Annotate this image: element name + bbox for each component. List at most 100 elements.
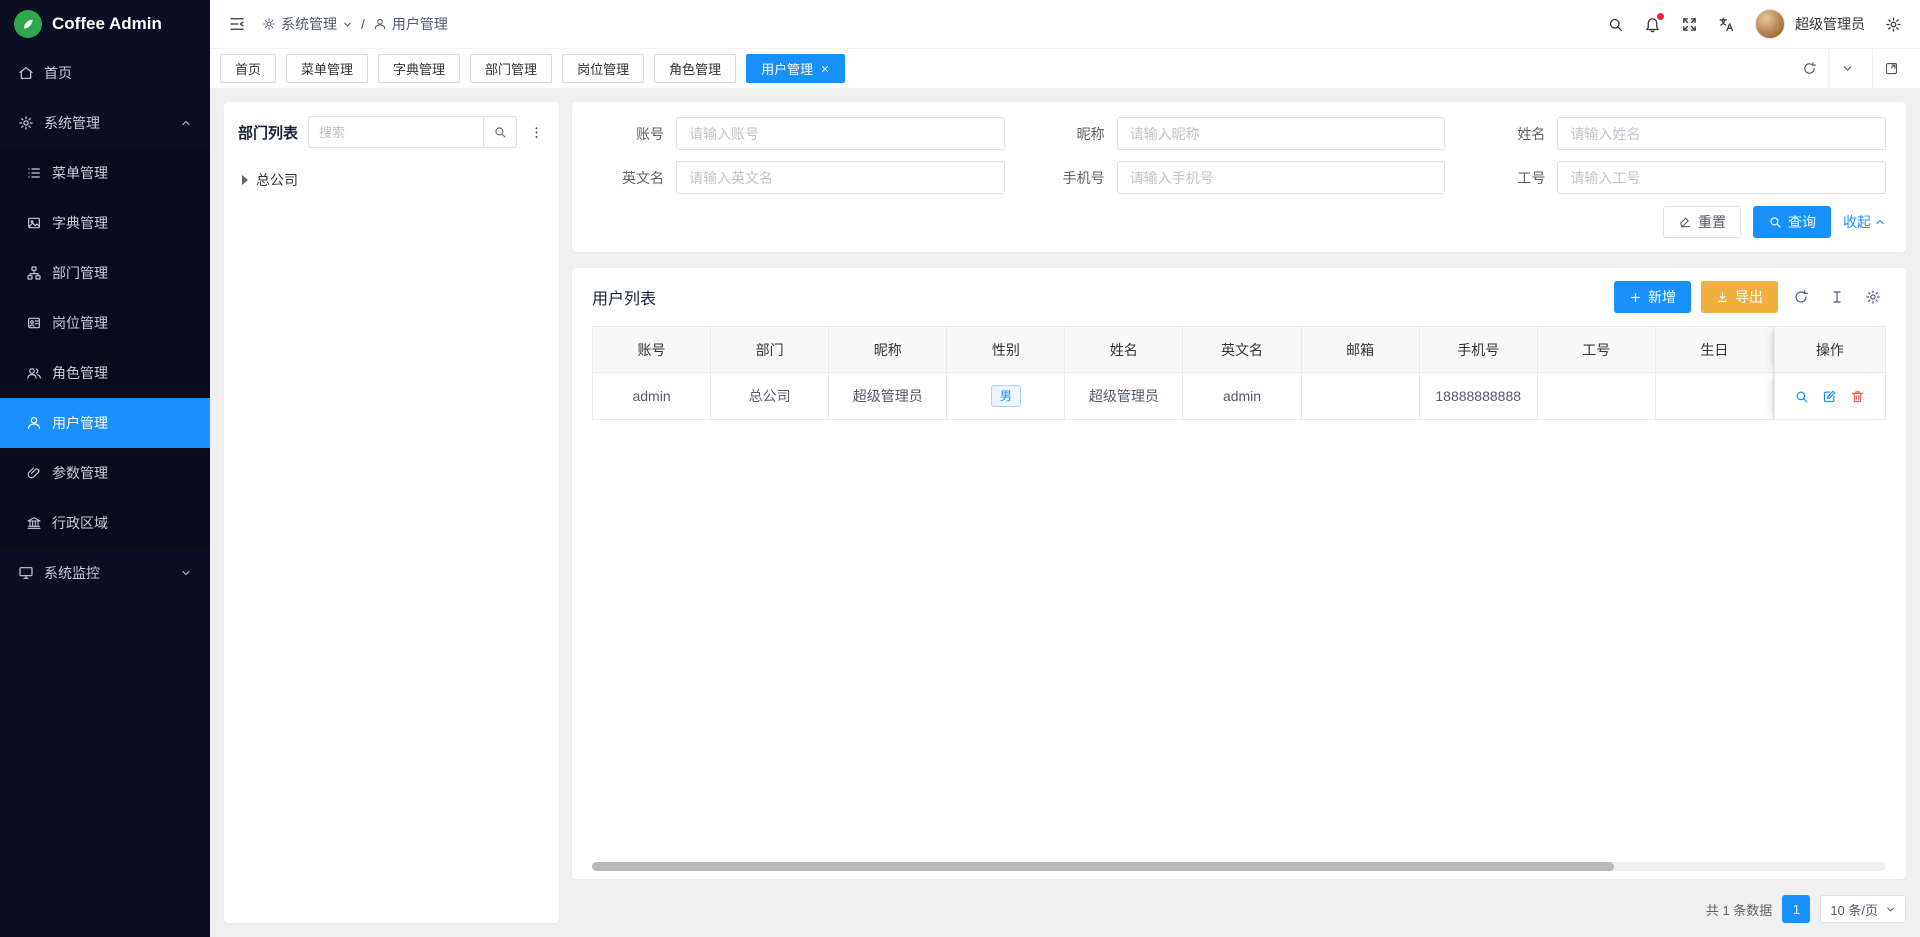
kebab-menu-icon[interactable]	[527, 125, 545, 140]
breadcrumb-item-system[interactable]: 系统管理	[262, 14, 353, 34]
monitor-icon	[18, 565, 34, 581]
sidebar-item-post-management[interactable]: 岗位管理	[0, 298, 210, 348]
delete-user-icon[interactable]	[1850, 389, 1865, 404]
tab-dict-management[interactable]: 字典管理	[378, 54, 460, 83]
sidebar-item-role-management[interactable]: 角色管理	[0, 348, 210, 398]
page-content: 部门列表 总公司	[210, 88, 1920, 937]
sidebar-item-dept-management[interactable]: 部门管理	[0, 248, 210, 298]
sidebar-item-label: 菜单管理	[52, 163, 108, 183]
tab-menu-management[interactable]: 菜单管理	[286, 54, 368, 83]
sidebar-item-label: 角色管理	[52, 363, 108, 383]
page-size-value: 10 条/页	[1830, 900, 1878, 919]
collapse-filters-link[interactable]: 收起	[1843, 212, 1886, 232]
account-input[interactable]	[676, 117, 1005, 150]
user-list-card: 用户列表 新增 导出	[572, 268, 1906, 879]
refresh-icon[interactable]	[1790, 49, 1828, 88]
chevron-down-icon	[1885, 904, 1896, 915]
column-height-icon[interactable]	[1824, 284, 1850, 310]
tab-role-management[interactable]: 角色管理	[654, 54, 736, 83]
cell-english-name: admin	[1183, 373, 1301, 420]
sidebar-item-system-management[interactable]: 系统管理	[0, 98, 210, 148]
search-form-card: 账号 昵称 姓名 英文名	[572, 102, 1906, 252]
sidebar-item-user-management[interactable]: 用户管理	[0, 398, 210, 448]
edit-user-icon[interactable]	[1822, 389, 1837, 404]
name-field: 姓名	[1473, 117, 1886, 150]
table-settings-gear-icon[interactable]	[1860, 284, 1886, 310]
gender-tag: 男	[991, 385, 1021, 407]
department-panel: 部门列表 总公司	[224, 102, 559, 923]
nickname-label: 昵称	[1033, 124, 1105, 144]
current-user-name[interactable]: 超级管理员	[1795, 14, 1865, 34]
query-button[interactable]: 查询	[1753, 206, 1831, 238]
phone-label: 手机号	[1033, 168, 1105, 188]
app-title: Coffee Admin	[52, 14, 162, 34]
cell-name: 超级管理员	[1065, 373, 1183, 420]
bell-icon[interactable]	[1644, 16, 1661, 33]
nickname-input[interactable]	[1117, 117, 1446, 150]
sidebar-item-dict-management[interactable]: 字典管理	[0, 198, 210, 248]
sidebar-collapse-icon[interactable]	[228, 15, 246, 33]
gear-icon	[262, 17, 276, 31]
chevron-down-icon[interactable]	[1828, 49, 1866, 88]
tab-post-management[interactable]: 岗位管理	[562, 54, 644, 83]
table-empty-area	[592, 420, 1886, 856]
region-bank-icon	[26, 515, 42, 531]
pagination-page-1[interactable]: 1	[1782, 895, 1810, 923]
department-search-icon[interactable]	[483, 116, 517, 148]
sidebar-item-system-monitor[interactable]: 系统监控	[0, 548, 210, 598]
layout-icon[interactable]	[1872, 49, 1910, 88]
user-table: 账号 部门 昵称 性别 姓名 英文名 邮箱 手机号 工号 生日 操作	[592, 326, 1886, 420]
reset-button[interactable]: 重置	[1663, 206, 1741, 238]
column-header: 手机号	[1420, 326, 1538, 373]
horizontal-scrollbar[interactable]	[592, 862, 1886, 871]
app-logo: Coffee Admin	[0, 0, 210, 48]
breadcrumb-item-user[interactable]: 用户管理	[373, 14, 448, 34]
refresh-icon[interactable]	[1788, 284, 1814, 310]
tree-node-label: 总公司	[256, 170, 298, 190]
sidebar-item-region-management[interactable]: 行政区域	[0, 498, 210, 548]
search-form-grid: 账号 昵称 姓名 英文名	[592, 117, 1886, 194]
translate-icon[interactable]	[1718, 16, 1735, 33]
sidebar-item-label: 首页	[44, 63, 72, 83]
search-icon[interactable]	[1607, 16, 1624, 33]
tree-node-root[interactable]: 总公司	[238, 164, 545, 196]
tab-user-management[interactable]: 用户管理	[746, 54, 845, 83]
tab-close-icon[interactable]	[820, 64, 830, 74]
pagination-total: 共 1 条数据	[1706, 900, 1772, 919]
table-row: admin 总公司 超级管理员 男 超级管理员 admin 1888888888…	[592, 373, 1886, 420]
search-form-actions: 重置 查询 收起	[592, 206, 1886, 238]
tab-home[interactable]: 首页	[220, 54, 276, 83]
scrollbar-thumb[interactable]	[592, 862, 1614, 871]
department-search-input[interactable]	[308, 116, 483, 148]
user-list-title: 用户列表	[592, 285, 656, 309]
page-size-select[interactable]: 10 条/页	[1820, 895, 1906, 923]
export-button[interactable]: 导出	[1701, 281, 1778, 313]
english-name-input[interactable]	[676, 161, 1005, 194]
job-number-input[interactable]	[1557, 161, 1886, 194]
name-input[interactable]	[1557, 117, 1886, 150]
name-label: 姓名	[1473, 124, 1545, 144]
sidebar-item-label: 字典管理	[52, 213, 108, 233]
sidebar-item-param-management[interactable]: 参数管理	[0, 448, 210, 498]
cell-phone: 18888888888	[1420, 373, 1538, 420]
sidebar: Coffee Admin 首页 系统管理	[0, 0, 210, 937]
user-avatar[interactable]	[1755, 9, 1785, 39]
job-number-label: 工号	[1473, 168, 1545, 188]
tab-label: 首页	[235, 59, 261, 78]
fullscreen-icon[interactable]	[1681, 16, 1698, 33]
header-actions: 超级管理员	[1607, 9, 1902, 39]
tree-caret-icon[interactable]	[242, 175, 248, 185]
breadcrumb-separator: /	[361, 16, 365, 32]
sidebar-item-home[interactable]: 首页	[0, 48, 210, 98]
export-button-label: 导出	[1735, 287, 1763, 307]
add-user-button[interactable]: 新增	[1614, 281, 1691, 313]
post-badge-icon	[26, 315, 42, 331]
column-header: 账号	[592, 326, 711, 373]
view-user-icon[interactable]	[1794, 389, 1809, 404]
breadcrumb: 系统管理 / 用户管理	[262, 14, 448, 34]
sidebar-item-menu-management[interactable]: 菜单管理	[0, 148, 210, 198]
phone-input[interactable]	[1117, 161, 1446, 194]
tab-dept-management[interactable]: 部门管理	[470, 54, 552, 83]
settings-gear-icon[interactable]	[1885, 16, 1902, 33]
add-button-label: 新增	[1648, 287, 1676, 307]
